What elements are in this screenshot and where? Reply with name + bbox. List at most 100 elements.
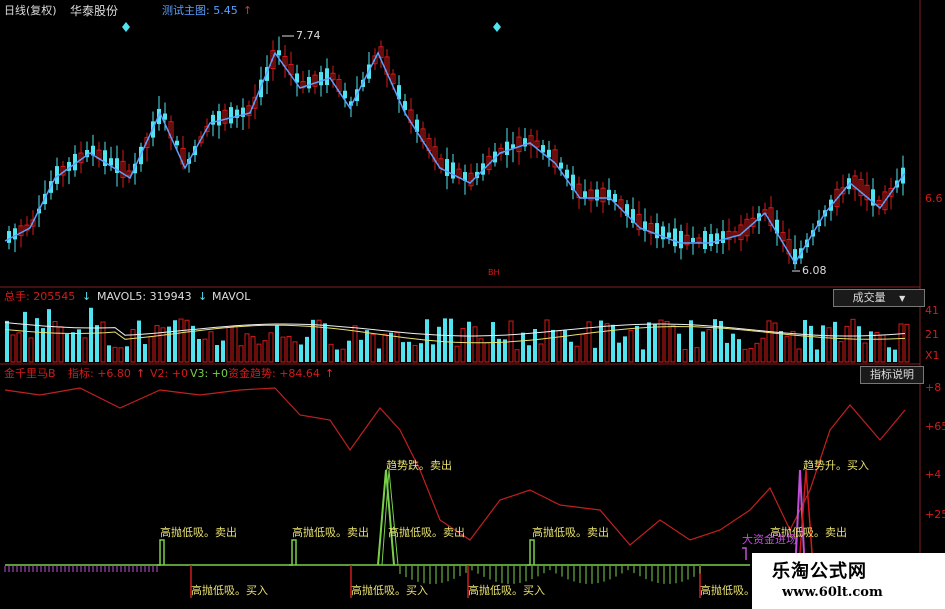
candle-body [709, 234, 713, 246]
volume-bar [893, 349, 897, 362]
volume-bar [593, 347, 597, 362]
low-price-label: 6.08 [802, 264, 827, 277]
volume-bar [772, 322, 778, 363]
sell-signal-label: 高抛低吸。卖出 [292, 526, 369, 539]
candle-body [277, 50, 281, 56]
volume-bar [635, 325, 639, 362]
volume-bar [340, 348, 346, 363]
volume-bar [65, 334, 69, 362]
up-arrow-icon: ↑ [325, 367, 335, 380]
volume-bar [347, 340, 351, 362]
volume-bar [377, 348, 381, 362]
candle-body [163, 113, 167, 120]
volume-bar [23, 311, 27, 362]
volume-bar [527, 345, 531, 362]
volume-bar [604, 323, 610, 363]
candle-body [451, 162, 455, 179]
candle-body [229, 107, 233, 124]
volume-bar [694, 347, 700, 363]
buy-signal-label: 高抛低吸。买入 [351, 584, 428, 597]
volume-bar [874, 331, 880, 363]
volume-bar [467, 321, 471, 362]
volume-bar [838, 341, 844, 363]
volume-bar [731, 333, 735, 362]
volume-bar [454, 345, 460, 363]
volume-bar [335, 349, 339, 362]
sell-signal-label: 高抛低吸。卖出 [532, 526, 609, 539]
volume-bar [844, 325, 850, 363]
volume-bar [95, 325, 99, 362]
volume-bar [653, 323, 657, 362]
candle-body [595, 189, 599, 201]
volume-bar [28, 337, 34, 363]
volume-dropdown[interactable]: 成交量 ▼ [833, 289, 925, 307]
v2-label: V2: +0 [150, 367, 188, 380]
volume-bar [275, 325, 279, 362]
big-fund-step [742, 547, 747, 560]
volume-bar [670, 324, 676, 363]
indicator-explain-button[interactable]: 指标说明 [860, 366, 924, 384]
volume-bar [815, 349, 819, 362]
stock-name: 华泰股份 [70, 4, 119, 18]
volume-bar [544, 319, 550, 363]
sell-signal-label: 高抛低吸。卖出 [388, 526, 465, 539]
volume-bar [197, 338, 201, 362]
volume-bar [305, 336, 309, 362]
sell-signal-label: 高抛低吸。卖出 [160, 526, 237, 539]
volume-axis-tick: 21 [925, 328, 939, 341]
candle-body [691, 237, 695, 243]
volume-bar [148, 336, 154, 363]
sell-signal-step [157, 539, 165, 566]
volume-bar [682, 349, 688, 363]
volume-bar [574, 345, 580, 363]
candle-body [505, 141, 509, 156]
volume-bar [617, 342, 621, 362]
volume-bar [47, 309, 51, 362]
volume-bar [173, 320, 177, 362]
indicator-axis-tick: +65 [925, 420, 945, 433]
stock-chart-window: 日线(复权) 华泰股份 测试主图: 5.45 ↑ 7.74 6.08 6.6 B… [0, 0, 945, 609]
up-arrow-icon: ↑ [243, 4, 253, 17]
period-label[interactable]: 日线(复权) [4, 4, 57, 18]
volume-bar [760, 337, 766, 363]
volume-bar [244, 333, 250, 363]
volume-bar [664, 321, 670, 363]
volume-bar [250, 336, 256, 363]
volume-bar [449, 318, 453, 362]
volume-bar [77, 329, 81, 362]
up-arrow-icon: ↑ [136, 367, 146, 380]
volume-bar [784, 335, 790, 363]
mavol5-label: MAVOL5: 319943 [97, 290, 192, 303]
volume-bar [556, 330, 562, 363]
volume-bar [701, 331, 705, 362]
volume-bar [118, 347, 124, 363]
volume-bar [754, 342, 760, 363]
volume-bar [268, 332, 274, 363]
volume-bar [437, 326, 441, 362]
price-axis-tick: 6.6 [925, 192, 943, 205]
indicator-axis-tick: +25 [925, 508, 945, 521]
volume-bar [826, 327, 832, 363]
mid-marker: BH [488, 268, 500, 277]
volume-bar [706, 329, 712, 363]
volume-bar [178, 318, 184, 363]
volume-bar [154, 325, 160, 363]
sell-signal-step [527, 539, 535, 566]
volume-bar [790, 330, 796, 363]
v3-label: V3: +0 [190, 367, 228, 380]
indicator-axis-tick: +8 [925, 381, 942, 394]
volume-bar [323, 323, 327, 362]
candle-body [217, 111, 221, 126]
volume-bar [460, 327, 466, 363]
volume-bar [232, 325, 238, 363]
volume-bar [292, 341, 298, 363]
volume-bar [821, 325, 825, 362]
candle-body [13, 228, 17, 240]
volume-bar [521, 332, 525, 362]
trend-down-label: 趋势跌。卖出 [386, 459, 452, 472]
volume-bar [221, 340, 225, 362]
volume-bar [742, 348, 748, 363]
volume-bar [71, 332, 75, 362]
volume-bar [431, 344, 435, 362]
volume-bar [328, 343, 334, 363]
